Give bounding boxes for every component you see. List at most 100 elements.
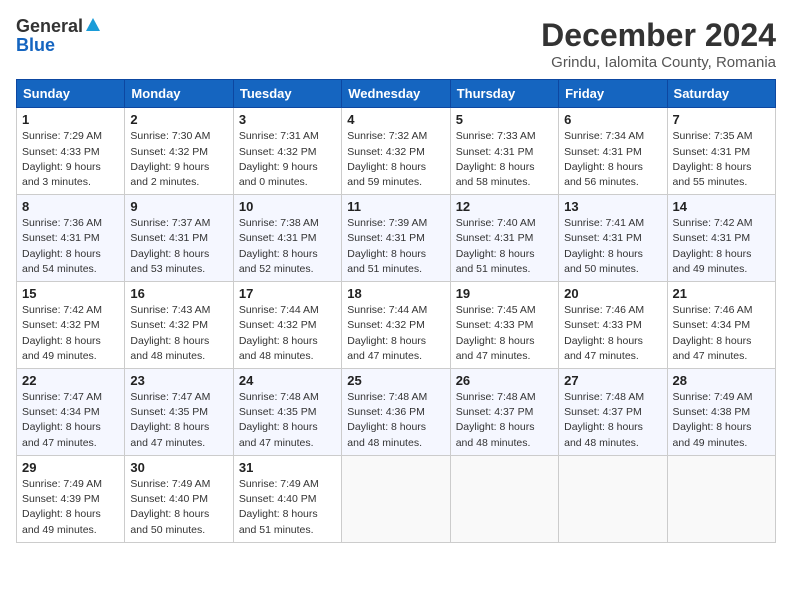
day-number: 27: [564, 373, 661, 388]
page-header: General Blue December 2024 Grindu, Ialom…: [16, 16, 776, 71]
day-detail: Sunrise: 7:48 AMSunset: 4:37 PMDaylight:…: [564, 390, 661, 451]
calendar-header-thursday: Thursday: [450, 80, 558, 108]
day-number: 7: [673, 112, 770, 127]
page-subtitle: Grindu, Ialomita County, Romania: [541, 54, 776, 71]
day-number: 10: [239, 199, 336, 214]
calendar-day-23: 23Sunrise: 7:47 AMSunset: 4:35 PMDayligh…: [125, 369, 233, 456]
day-detail: Sunrise: 7:35 AMSunset: 4:31 PMDaylight:…: [673, 129, 770, 190]
calendar-header-wednesday: Wednesday: [342, 80, 450, 108]
logo-blue-text: Blue: [16, 35, 55, 56]
logo-general-text: General: [16, 16, 83, 37]
calendar-week-1: 1 Sunrise: 7:29 AMSunset: 4:33 PMDaylight…: [17, 108, 776, 195]
calendar-body: 1 Sunrise: 7:29 AMSunset: 4:33 PMDaylight…: [17, 108, 776, 542]
calendar-day-18: 18 Sunrise: 7:44 AMSunset: 4:32 PMDayligh…: [342, 282, 450, 369]
calendar-week-5: 29Sunrise: 7:49 AMSunset: 4:39 PMDayligh…: [17, 455, 776, 542]
calendar-day-25: 25Sunrise: 7:48 AMSunset: 4:36 PMDayligh…: [342, 369, 450, 456]
day-detail: Sunrise: 7:49 AMSunset: 4:40 PMDaylight:…: [239, 477, 336, 538]
day-detail: Sunrise: 7:38 AMSunset: 4:31 PMDaylight:…: [239, 216, 336, 277]
calendar-day-8: 8 Sunrise: 7:36 AMSunset: 4:31 PMDaylight…: [17, 195, 125, 282]
day-number: 25: [347, 373, 444, 388]
day-detail: Sunrise: 7:41 AMSunset: 4:31 PMDaylight:…: [564, 216, 661, 277]
page-title: December 2024: [541, 16, 776, 54]
day-detail: Sunrise: 7:31 AMSunset: 4:32 PMDaylight:…: [239, 129, 336, 190]
calendar-day-22: 22 Sunrise: 7:47 AMSunset: 4:34 PMDayligh…: [17, 369, 125, 456]
day-detail: Sunrise: 7:44 AMSunset: 4:32 PMDaylight:…: [347, 303, 444, 364]
calendar-header-sunday: Sunday: [17, 80, 125, 108]
calendar-day-31: 31 Sunrise: 7:49 AMSunset: 4:40 PMDayligh…: [233, 455, 341, 542]
day-number: 18: [347, 286, 444, 301]
calendar-header-saturday: Saturday: [667, 80, 775, 108]
day-detail: Sunrise: 7:47 AMSunset: 4:34 PMDaylight:…: [22, 390, 119, 451]
calendar-day-10: 10 Sunrise: 7:38 AMSunset: 4:31 PMDayligh…: [233, 195, 341, 282]
day-detail: Sunrise: 7:42 AMSunset: 4:32 PMDaylight:…: [22, 303, 119, 364]
day-number: 14: [673, 199, 770, 214]
calendar-day-1: 1 Sunrise: 7:29 AMSunset: 4:33 PMDaylight…: [17, 108, 125, 195]
calendar-day-15: 15 Sunrise: 7:42 AMSunset: 4:32 PMDayligh…: [17, 282, 125, 369]
calendar-day-12: 12 Sunrise: 7:40 AMSunset: 4:31 PMDayligh…: [450, 195, 558, 282]
calendar-day-4: 4 Sunrise: 7:32 AMSunset: 4:32 PMDaylight…: [342, 108, 450, 195]
day-detail: Sunrise: 7:48 AMSunset: 4:37 PMDaylight:…: [456, 390, 553, 451]
calendar-day-14: 14 Sunrise: 7:42 AMSunset: 4:31 PMDayligh…: [667, 195, 775, 282]
calendar-day-6: 6 Sunrise: 7:34 AMSunset: 4:31 PMDaylight…: [559, 108, 667, 195]
day-number: 1: [22, 112, 119, 127]
empty-cell: [342, 455, 450, 542]
day-number: 5: [456, 112, 553, 127]
day-detail: Sunrise: 7:49 AMSunset: 4:38 PMDaylight:…: [673, 390, 770, 451]
day-detail: Sunrise: 7:49 AMSunset: 4:40 PMDaylight:…: [130, 477, 227, 538]
calendar-day-21: 21 Sunrise: 7:46 AMSunset: 4:34 PMDayligh…: [667, 282, 775, 369]
day-detail: Sunrise: 7:30 AMSunset: 4:32 PMDaylight:…: [130, 129, 227, 190]
title-area: December 2024 Grindu, Ialomita County, R…: [541, 16, 776, 71]
day-number: 9: [130, 199, 227, 214]
day-detail: Sunrise: 7:39 AMSunset: 4:31 PMDaylight:…: [347, 216, 444, 277]
day-number: 4: [347, 112, 444, 127]
day-detail: Sunrise: 7:42 AMSunset: 4:31 PMDaylight:…: [673, 216, 770, 277]
calendar-day-3: 3 Sunrise: 7:31 AMSunset: 4:32 PMDaylight…: [233, 108, 341, 195]
day-number: 31: [239, 460, 336, 475]
day-number: 8: [22, 199, 119, 214]
day-detail: Sunrise: 7:44 AMSunset: 4:32 PMDaylight:…: [239, 303, 336, 364]
logo: General Blue: [16, 16, 100, 56]
day-detail: Sunrise: 7:36 AMSunset: 4:31 PMDaylight:…: [22, 216, 119, 277]
day-number: 13: [564, 199, 661, 214]
day-detail: Sunrise: 7:43 AMSunset: 4:32 PMDaylight:…: [130, 303, 227, 364]
calendar-day-9: 9 Sunrise: 7:37 AMSunset: 4:31 PMDaylight…: [125, 195, 233, 282]
empty-cell: [667, 455, 775, 542]
calendar-day-26: 26Sunrise: 7:48 AMSunset: 4:37 PMDayligh…: [450, 369, 558, 456]
day-detail: Sunrise: 7:47 AMSunset: 4:35 PMDaylight:…: [130, 390, 227, 451]
calendar-week-3: 15 Sunrise: 7:42 AMSunset: 4:32 PMDayligh…: [17, 282, 776, 369]
calendar-day-30: 30Sunrise: 7:49 AMSunset: 4:40 PMDayligh…: [125, 455, 233, 542]
calendar-header-row: SundayMondayTuesdayWednesdayThursdayFrid…: [17, 80, 776, 108]
day-number: 21: [673, 286, 770, 301]
day-number: 15: [22, 286, 119, 301]
calendar-header-monday: Monday: [125, 80, 233, 108]
day-detail: Sunrise: 7:37 AMSunset: 4:31 PMDaylight:…: [130, 216, 227, 277]
calendar-header-friday: Friday: [559, 80, 667, 108]
day-number: 24: [239, 373, 336, 388]
calendar-day-27: 27 Sunrise: 7:48 AMSunset: 4:37 PMDayligh…: [559, 369, 667, 456]
calendar-day-16: 16 Sunrise: 7:43 AMSunset: 4:32 PMDayligh…: [125, 282, 233, 369]
day-number: 20: [564, 286, 661, 301]
calendar-day-5: 5Sunrise: 7:33 AMSunset: 4:31 PMDaylight…: [450, 108, 558, 195]
day-number: 17: [239, 286, 336, 301]
day-detail: Sunrise: 7:32 AMSunset: 4:32 PMDaylight:…: [347, 129, 444, 190]
calendar-day-28: 28 Sunrise: 7:49 AMSunset: 4:38 PMDayligh…: [667, 369, 775, 456]
empty-cell: [559, 455, 667, 542]
calendar-week-4: 22 Sunrise: 7:47 AMSunset: 4:34 PMDayligh…: [17, 369, 776, 456]
day-number: 16: [130, 286, 227, 301]
day-number: 22: [22, 373, 119, 388]
day-detail: Sunrise: 7:45 AMSunset: 4:33 PMDaylight:…: [456, 303, 553, 364]
day-number: 3: [239, 112, 336, 127]
day-number: 29: [22, 460, 119, 475]
day-number: 12: [456, 199, 553, 214]
calendar-day-11: 11Sunrise: 7:39 AMSunset: 4:31 PMDayligh…: [342, 195, 450, 282]
day-detail: Sunrise: 7:40 AMSunset: 4:31 PMDaylight:…: [456, 216, 553, 277]
day-detail: Sunrise: 7:46 AMSunset: 4:34 PMDaylight:…: [673, 303, 770, 364]
calendar-day-7: 7 Sunrise: 7:35 AMSunset: 4:31 PMDaylight…: [667, 108, 775, 195]
calendar-day-20: 20Sunrise: 7:46 AMSunset: 4:33 PMDayligh…: [559, 282, 667, 369]
day-number: 19: [456, 286, 553, 301]
calendar-week-2: 8 Sunrise: 7:36 AMSunset: 4:31 PMDaylight…: [17, 195, 776, 282]
day-detail: Sunrise: 7:34 AMSunset: 4:31 PMDaylight:…: [564, 129, 661, 190]
day-number: 6: [564, 112, 661, 127]
day-detail: Sunrise: 7:29 AMSunset: 4:33 PMDaylight:…: [22, 129, 119, 190]
day-number: 28: [673, 373, 770, 388]
